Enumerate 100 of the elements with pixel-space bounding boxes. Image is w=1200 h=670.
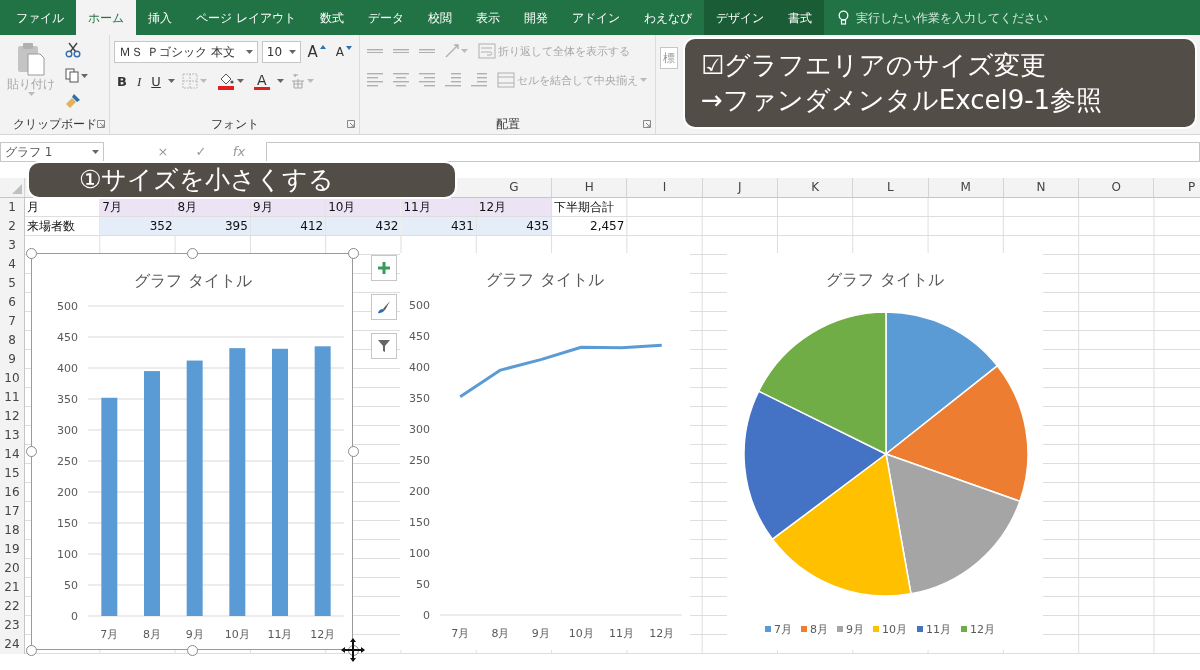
sheet-cell[interactable]: 431 xyxy=(401,217,476,235)
row-header[interactable]: 11 xyxy=(0,388,24,407)
row-header[interactable]: 7 xyxy=(0,312,24,331)
sheet-cell[interactable]: 432 xyxy=(326,217,401,235)
row-header[interactable]: 2 xyxy=(0,217,24,236)
align-button[interactable] xyxy=(390,72,412,88)
font-color-button[interactable]: A xyxy=(250,71,273,91)
resize-handle[interactable] xyxy=(186,644,198,656)
legend-marker xyxy=(837,626,843,632)
align-button[interactable] xyxy=(442,72,464,88)
chart-area[interactable]: グラフ タイトル 0 50 100 150 200 250 300 350 400 450 500 7月 8月 9月 10月 11月 12月 xyxy=(31,253,353,650)
axis-label: 450 xyxy=(409,330,430,343)
underline-button[interactable]: U xyxy=(148,73,164,89)
row-header[interactable]: 8 xyxy=(0,331,24,350)
sheet-cell[interactable]: 下半期合計 xyxy=(552,198,627,216)
ribbon-tab[interactable]: わえなび xyxy=(631,0,704,35)
row-header[interactable]: 5 xyxy=(0,274,24,293)
italic-button[interactable]: I xyxy=(133,73,145,89)
row-header[interactable]: 4 xyxy=(0,255,24,274)
sheet-cell[interactable]: 2,457 xyxy=(552,217,627,235)
shrink-font-button[interactable]: A xyxy=(332,45,355,59)
column-header[interactable]: N xyxy=(1003,178,1080,197)
resize-handle[interactable] xyxy=(25,247,37,259)
ribbon-tab[interactable]: 表示 xyxy=(463,0,512,35)
row-header[interactable]: 15 xyxy=(0,464,24,483)
row-header[interactable]: 19 xyxy=(0,540,24,559)
resize-handle[interactable] xyxy=(25,644,37,656)
align-button[interactable] xyxy=(468,72,490,88)
resize-handle[interactable] xyxy=(25,446,37,457)
grow-font-button[interactable]: A xyxy=(304,43,329,61)
font-size-field[interactable]: 10 xyxy=(261,41,301,63)
resize-handle[interactable] xyxy=(347,446,359,457)
caret-icon xyxy=(199,79,207,83)
row-header[interactable]: 3 xyxy=(0,236,24,255)
resize-handle[interactable] xyxy=(347,247,359,259)
copy-button[interactable] xyxy=(62,67,91,84)
sheet-cell[interactable]: 11月 xyxy=(401,198,476,216)
row-header[interactable]: 17 xyxy=(0,502,24,521)
sheet-cell[interactable]: 月 xyxy=(25,198,100,216)
row-header[interactable]: 12 xyxy=(0,407,24,426)
middle-align-icon xyxy=(393,48,409,54)
row-header[interactable]: 24 xyxy=(0,635,24,654)
column-header[interactable]: H xyxy=(552,178,628,197)
ribbon-tab[interactable]: 数式 xyxy=(307,0,356,35)
sheet-cell[interactable]: 352 xyxy=(100,217,175,235)
ribbon-tab[interactable]: アドイン xyxy=(559,0,632,35)
caret-icon xyxy=(306,79,314,83)
bold-button[interactable]: B xyxy=(114,73,130,89)
chart-styles-button[interactable] xyxy=(371,294,397,320)
row-header[interactable]: 1 xyxy=(0,198,24,217)
ribbon-tab[interactable]: 開発 xyxy=(511,0,560,35)
ribbon-tab[interactable]: 挿入 xyxy=(136,0,184,35)
callout-text: ☑グラフエリアのサイズ変更 xyxy=(701,48,1048,82)
axis-label: 150 xyxy=(409,516,430,529)
legend-label: 7月 xyxy=(774,623,792,636)
ribbon-tab[interactable]: データ xyxy=(355,0,416,35)
row-header[interactable]: 21 xyxy=(0,578,24,597)
column-header[interactable]: J xyxy=(702,178,778,197)
formula-field[interactable] xyxy=(266,142,1200,162)
column-header[interactable]: L xyxy=(853,178,929,197)
row-header[interactable]: 23 xyxy=(0,616,24,635)
column-header[interactable]: K xyxy=(777,178,854,197)
tell-me-field[interactable]: 実行したい作業を入力してください xyxy=(853,7,1114,28)
sheet-cell[interactable]: 来場者数 xyxy=(25,217,100,235)
ribbon-tab[interactable]: ページ レイアウト xyxy=(184,0,308,35)
font-name-field[interactable]: ＭＳ Ｐゴシック 本文 xyxy=(114,41,258,63)
align-button[interactable] xyxy=(416,72,438,88)
chart-elements-button[interactable] xyxy=(371,255,397,281)
sheet-cell[interactable]: 435 xyxy=(476,217,552,235)
row-header[interactable]: 14 xyxy=(0,445,24,464)
chart-area[interactable]: グラフ タイトル 0 50 100 150 200 250 300 350 400 450 500 7月 8月 9月 10月 11月 12月 xyxy=(400,253,690,650)
row-header[interactable]: 20 xyxy=(0,559,24,578)
chart-filters-button[interactable] xyxy=(371,333,397,359)
resize-handle[interactable] xyxy=(186,247,198,259)
axis-label: 9月 xyxy=(185,628,204,641)
row-header[interactable]: 6 xyxy=(0,293,24,312)
ribbon-tab[interactable]: ホーム xyxy=(76,0,136,35)
align-button[interactable] xyxy=(364,72,386,88)
ribbon-tab[interactable]: 校閲 xyxy=(415,0,464,35)
ribbon-tab[interactable]: デザイン xyxy=(703,0,776,35)
row-header[interactable]: 16 xyxy=(0,483,24,502)
row-header[interactable]: 13 xyxy=(0,426,24,445)
axis-label: 8月 xyxy=(491,627,510,640)
column-header[interactable]: P xyxy=(1154,178,1200,197)
ribbon-tab[interactable]: ファイル xyxy=(4,0,76,35)
sheet-cell[interactable]: 412 xyxy=(250,217,326,235)
row-header[interactable]: 9 xyxy=(0,350,24,369)
row-header[interactable]: 22 xyxy=(0,597,24,616)
sheet-cell[interactable]: 12月 xyxy=(476,198,552,216)
column-header[interactable]: O xyxy=(1079,178,1155,197)
column-header[interactable]: M xyxy=(928,178,1004,197)
row-header[interactable]: 10 xyxy=(0,369,24,388)
callout-text: →ファンダメンタルExcel9-1参照 xyxy=(701,84,1104,117)
chart-area[interactable]: グラフ タイトル 7月 8月 9月 10月 11月 12月 xyxy=(727,253,1043,650)
ribbon-tab[interactable]: 書式 xyxy=(775,0,824,35)
column-header[interactable]: I xyxy=(627,178,703,197)
caret-icon xyxy=(167,79,175,83)
sheet-cell[interactable]: 395 xyxy=(175,217,250,235)
row-header[interactable]: 18 xyxy=(0,521,24,540)
column-header[interactable]: G xyxy=(476,178,553,197)
